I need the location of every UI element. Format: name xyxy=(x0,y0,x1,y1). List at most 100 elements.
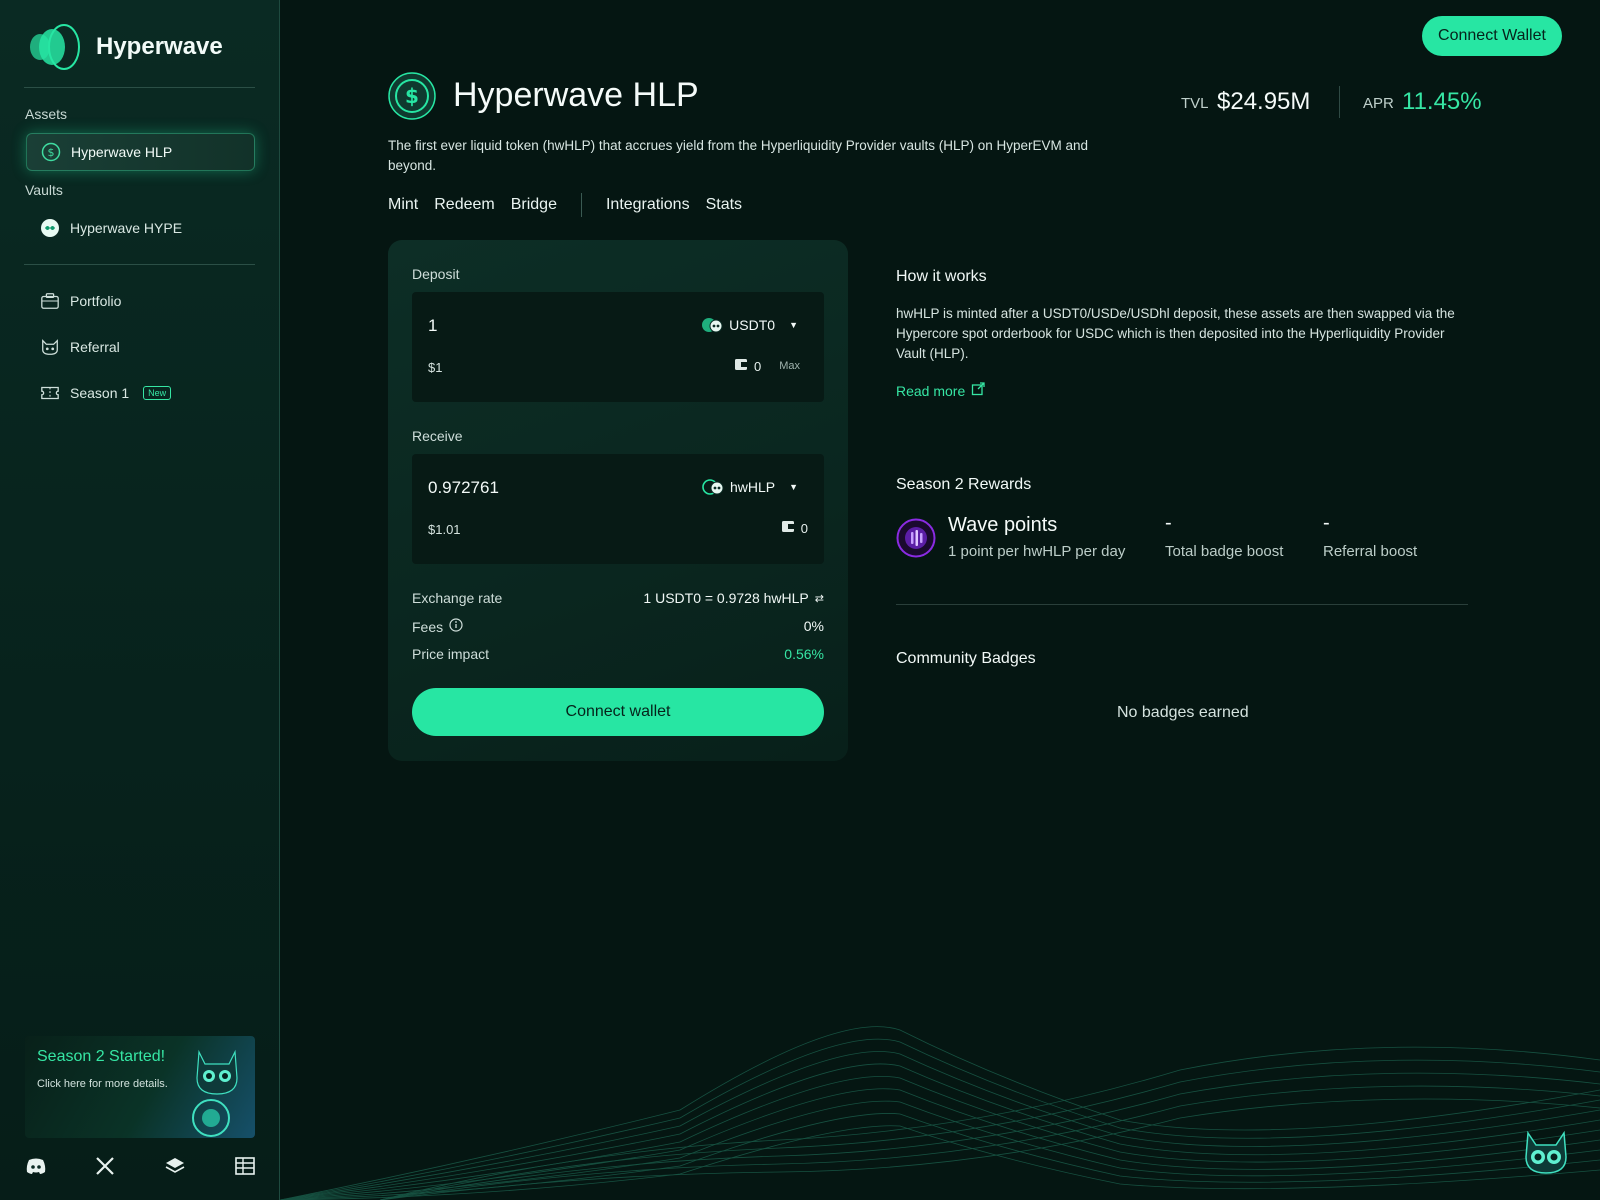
vaults-label: Vaults xyxy=(25,182,63,198)
tab-stats[interactable]: Stats xyxy=(706,196,742,214)
usdt0-token-icon xyxy=(702,318,723,333)
how-it-works-text: hwHLP is minted after a USDT0/USDe/USDhl… xyxy=(896,306,1455,361)
receive-token-label: hwHLP xyxy=(729,479,776,495)
sidebar-item-referral[interactable]: Referral xyxy=(26,328,255,366)
price-impact-row: Price impact 0.56% xyxy=(412,646,824,662)
swap-arrows-icon[interactable]: ⇄ xyxy=(815,592,824,605)
sidebar-item-label: Season 1 xyxy=(70,385,130,401)
season-2-promo-banner[interactable]: Season 2 Started! Click here for more de… xyxy=(25,1036,255,1138)
community-badges-heading: Community Badges xyxy=(896,650,1036,667)
rewards-divider xyxy=(896,604,1468,605)
dollar-coin-icon: $ xyxy=(41,142,61,162)
sidebar-divider xyxy=(24,87,255,88)
receive-usd-value: $1.01 xyxy=(428,522,461,537)
sidebar: Hyperwave Assets $ Hyperwave HLP Vaults … xyxy=(0,0,280,1200)
receive-field: 0.972761 hwHLP ▼ $1.01 0 xyxy=(412,454,824,564)
info-icon[interactable] xyxy=(449,618,463,635)
referral-boost-value: - xyxy=(1323,512,1330,534)
deposit-usd-value: $1 xyxy=(428,360,443,375)
deposit-balance-value: 0 xyxy=(753,358,762,374)
mint-card: Deposit 1 USDT0 ▼ $1 0 Max Receive 0.972… xyxy=(388,240,848,761)
sidebar-item-label: Hyperwave HYPE xyxy=(70,220,183,236)
x-icon[interactable] xyxy=(93,1154,117,1178)
deposit-balance: 0 Max xyxy=(734,358,800,374)
exchange-rate-row: Exchange rate 1 USDT0 = 0.9728 hwHLP ⇄ xyxy=(412,590,824,606)
exchange-rate-label: Exchange rate xyxy=(412,590,503,606)
sidebar-item-hyperwave-hlp[interactable]: $ Hyperwave HLP xyxy=(26,133,255,171)
table-icon[interactable] xyxy=(233,1154,257,1178)
deposit-label: Deposit xyxy=(412,266,460,282)
receive-balance-value: 0 xyxy=(800,520,808,536)
page-description: The first ever liquid token (hwHLP) that… xyxy=(388,138,1089,173)
how-it-works-heading: How it works xyxy=(896,268,987,285)
tab-divider xyxy=(580,193,582,217)
fees-value: 0% xyxy=(803,618,824,634)
svg-text:$: $ xyxy=(405,84,419,108)
hwhlp-token-icon xyxy=(702,479,724,495)
sidebar-item-label: Portfolio xyxy=(70,293,122,309)
receive-balance: 0 xyxy=(781,520,808,536)
assets-label: Assets xyxy=(25,106,68,122)
dollar-coin-icon: $ xyxy=(388,72,436,120)
wave-points-title: Wave points xyxy=(948,514,1058,536)
briefcase-icon xyxy=(40,291,60,311)
tab-integrations[interactable]: Integrations xyxy=(606,196,690,214)
fees-label: Fees xyxy=(412,618,444,635)
sidebar-item-label: Hyperwave HLP xyxy=(71,144,173,160)
tab-redeem[interactable]: Redeem xyxy=(434,196,494,214)
wave-background-decoration xyxy=(280,1026,1600,1200)
apr-value: 11.45% xyxy=(1402,88,1482,115)
tab-mint[interactable]: Mint xyxy=(388,196,418,214)
hyperwave-logo-icon xyxy=(30,24,80,70)
sidebar-item-label: Referral xyxy=(70,339,120,355)
promo-subtitle: Click here for more details. xyxy=(37,1078,168,1090)
mascot-cat-icon[interactable] xyxy=(1522,1127,1570,1177)
exchange-rate-value: 1 USDT0 = 0.9728 hwHLP xyxy=(643,590,809,606)
stat-divider xyxy=(1339,86,1340,118)
fees: Fees xyxy=(412,618,463,635)
read-more-label: Read more xyxy=(896,382,966,399)
badge-boost-value: - xyxy=(1165,512,1172,534)
ticket-icon xyxy=(40,383,60,403)
sidebar-divider xyxy=(24,264,255,265)
price-impact-label: Price impact xyxy=(412,646,490,662)
wallet-icon xyxy=(734,358,748,374)
deposit-field: 1 USDT0 ▼ $1 0 Max xyxy=(412,292,824,402)
wave-points-rate: 1 point per hwHLP per day xyxy=(948,543,1126,560)
deposit-amount-input[interactable]: 1 xyxy=(428,316,437,336)
read-more-link[interactable]: Read more xyxy=(896,382,985,399)
tab-bridge[interactable]: Bridge xyxy=(511,196,557,214)
new-badge: New xyxy=(143,386,172,400)
mascot-illustration-icon xyxy=(192,1049,238,1137)
chevron-down-icon: ▼ xyxy=(789,320,798,330)
wave-points-icon xyxy=(896,518,936,558)
promo-title: Season 2 Started! xyxy=(37,1048,166,1065)
fees-row: Fees 0% xyxy=(412,618,824,635)
sidebar-item-season-1[interactable]: Season 1 New xyxy=(26,374,255,412)
referral-boost-label: Referral boost xyxy=(1323,543,1418,560)
action-tabs: Mint Redeem Bridge Integrations Stats xyxy=(388,193,758,217)
receive-amount: 0.972761 xyxy=(428,478,499,497)
deposit-token-select[interactable]: USDT0 ▼ xyxy=(701,316,798,334)
receive-label: Receive xyxy=(412,428,463,444)
receive-token-select[interactable]: hwHLP ▼ xyxy=(702,478,798,496)
discord-icon[interactable] xyxy=(24,1154,48,1178)
max-button[interactable]: Max xyxy=(779,360,800,372)
tvl-value: $24.95M xyxy=(1217,88,1311,115)
connect-wallet-header-button[interactable]: Connect Wallet xyxy=(1422,16,1562,56)
svg-text:$: $ xyxy=(48,146,55,159)
deposit-token-label: USDT0 xyxy=(729,317,776,333)
sidebar-item-hyperwave-hype[interactable]: Hyperwave HYPE xyxy=(26,209,255,247)
chevron-down-icon: ▼ xyxy=(789,482,798,492)
page-title: Hyperwave HLP xyxy=(453,76,699,114)
wallet-icon xyxy=(781,520,795,536)
season-2-rewards-heading: Season 2 Rewards xyxy=(896,476,1032,493)
apr-label: APR xyxy=(1363,95,1394,112)
external-link-icon xyxy=(971,382,985,399)
tvl-label: TVL xyxy=(1181,95,1209,112)
exchange-rate: 1 USDT0 = 0.9728 hwHLP ⇄ xyxy=(643,590,824,606)
sidebar-item-portfolio[interactable]: Portfolio xyxy=(26,282,255,320)
stack-icon[interactable] xyxy=(163,1154,187,1178)
connect-wallet-button[interactable]: Connect wallet xyxy=(412,688,824,736)
brand[interactable]: Hyperwave xyxy=(26,22,223,72)
